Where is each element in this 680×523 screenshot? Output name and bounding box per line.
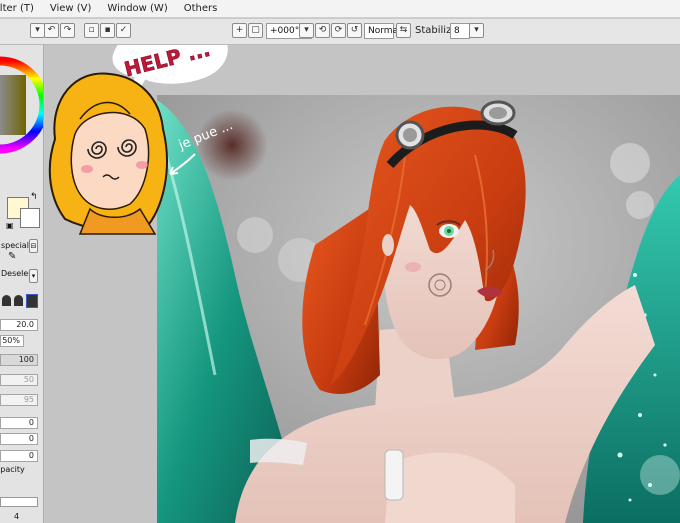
checkbox-icon[interactable]: ✓ bbox=[116, 23, 131, 38]
invert-selection-icon[interactable]: ▪ bbox=[100, 23, 115, 38]
blend-mode-select[interactable]: Normal bbox=[364, 23, 401, 39]
bottom-value: 4 bbox=[14, 512, 20, 521]
toolbar: ▾ ↶ ↷ ▫ ▪ ✓ + ▢ +000° ▾ ⟲ ⟳ ↺ Normal ⇆ S… bbox=[0, 19, 680, 45]
density-field[interactable]: 100 bbox=[0, 354, 38, 366]
rotate-right-icon[interactable]: ⟳ bbox=[331, 23, 346, 38]
swap-color-icon[interactable]: ↰ bbox=[30, 192, 38, 202]
doodle-caption: je pue ... bbox=[176, 118, 235, 154]
secondary-color-swatch[interactable] bbox=[20, 208, 40, 228]
rotation-dropdown-icon[interactable]: ▾ bbox=[299, 23, 314, 38]
brush-shape-soft-icon[interactable] bbox=[14, 295, 23, 306]
opacity-label: Opacity bbox=[0, 465, 25, 474]
special-label: special bbox=[1, 241, 29, 250]
deselect-button[interactable]: ▾ bbox=[29, 269, 38, 283]
brush-shape-flat-icon[interactable] bbox=[26, 294, 38, 308]
menu-bar: Filter (T) View (V) Window (W) Others bbox=[0, 0, 680, 18]
menu-view[interactable]: View (V) bbox=[50, 3, 92, 14]
brush-size-field[interactable]: 20.0 bbox=[0, 319, 38, 331]
texture-field[interactable]: 0 bbox=[0, 433, 38, 445]
opacity-slider[interactable] bbox=[0, 497, 38, 507]
redo-icon[interactable]: ↷ bbox=[60, 23, 75, 38]
persistence-field[interactable]: 0 bbox=[0, 417, 38, 429]
doodle-overlay: HELP ... je pue ... bbox=[48, 45, 235, 235]
zoom-reset-icon[interactable]: ▢ bbox=[248, 23, 263, 38]
blend-field[interactable]: 50 bbox=[0, 374, 38, 386]
menu-filter[interactable]: Filter (T) bbox=[0, 3, 34, 14]
stabilizer-select[interactable]: 8 bbox=[450, 23, 470, 39]
dropdown-arrow-icon[interactable]: ▾ bbox=[30, 23, 45, 38]
zoom-in-icon[interactable]: + bbox=[232, 23, 247, 38]
flip-icon[interactable]: ⇆ bbox=[396, 23, 411, 38]
special-button[interactable]: ⊟ bbox=[29, 239, 38, 253]
menu-window[interactable]: Window (W) bbox=[107, 3, 167, 14]
color-wheel[interactable] bbox=[0, 45, 44, 165]
rotate-reset-icon[interactable]: ↺ bbox=[347, 23, 362, 38]
transparent-color-icon[interactable]: ▣ bbox=[6, 221, 14, 230]
undo-icon[interactable]: ↶ bbox=[44, 23, 59, 38]
tool-panel: ↰ ▣ special ⊟ ✎ Deselect ▾ 20.0 50% 100 … bbox=[0, 45, 44, 523]
deselect-icon[interactable]: ▫ bbox=[84, 23, 99, 38]
stabilizer-dropdown-icon[interactable]: ▾ bbox=[469, 23, 484, 38]
effect-field[interactable]: 0 bbox=[0, 450, 38, 462]
brush-shape-round-icon[interactable] bbox=[2, 295, 11, 306]
dilution-field[interactable]: 95 bbox=[0, 394, 38, 406]
eyedropper-icon[interactable]: ✎ bbox=[8, 251, 16, 262]
menu-others[interactable]: Others bbox=[184, 3, 218, 14]
rotate-left-icon[interactable]: ⟲ bbox=[315, 23, 330, 38]
canvas-area[interactable]: HELP ... je pue ... bbox=[45, 45, 680, 523]
min-size-field[interactable]: 50% bbox=[0, 335, 24, 347]
